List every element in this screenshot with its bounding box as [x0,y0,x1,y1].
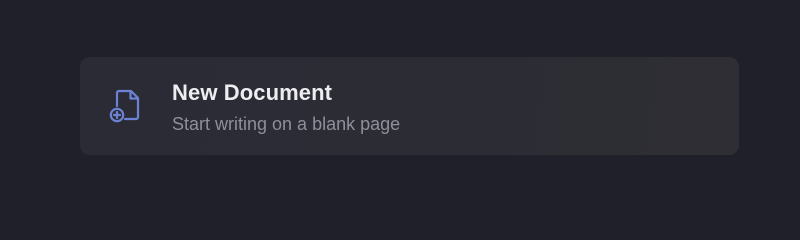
file-plus-icon [106,86,144,124]
new-document-title: New Document [172,80,333,105]
new-document-subtitle: Start writing on a blank page [172,114,401,134]
